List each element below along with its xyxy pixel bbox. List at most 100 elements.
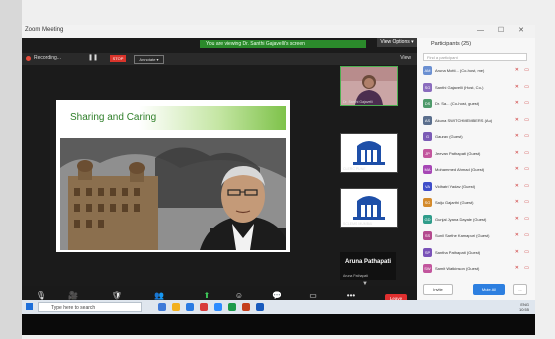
- mute-all-button[interactable]: Mute All: [473, 284, 505, 295]
- taskbar-search-input[interactable]: Type here to search: [38, 302, 142, 312]
- annotate-button[interactable]: Annotate ▾: [134, 55, 164, 64]
- zoom-screenshot-frame: Zoom Meeting — ☐ ✕ You are viewing Dr. S…: [22, 25, 535, 335]
- more-options-button[interactable]: ...: [513, 284, 527, 295]
- microphone-muted-icon: ✕: [514, 215, 519, 222]
- stop-recording-button[interactable]: STOP: [110, 55, 126, 62]
- video-off-icon: ▭: [524, 232, 529, 238]
- thumbnail-caption: Dr. Santhi Gajavelli: [343, 100, 373, 104]
- microphone-muted-icon: ✕: [514, 199, 519, 205]
- task-view-icon[interactable]: [158, 303, 166, 311]
- video-off-icon: ▭: [524, 215, 529, 222]
- microphone-muted-icon: ✕: [514, 67, 519, 73]
- avatar: MA: [423, 165, 432, 174]
- avatar: VA: [423, 181, 432, 191]
- video-off-icon: ▭: [524, 265, 529, 271]
- participant-row[interactable]: JP Jeevan Pathapati (Guest) ✕ ▭: [423, 148, 531, 159]
- participant-name: Dr. Sa... (Co-host, guest): [435, 101, 480, 106]
- participant-row[interactable]: G Gaurav (Guest) ✕ ▭: [423, 132, 531, 142]
- recording-bar: Recording... ❚❚ STOP Annotate ▾ View: [22, 53, 417, 65]
- recording-dot-icon: [26, 56, 31, 61]
- participants-panel: Participants (25) Find a participant AM A…: [417, 38, 535, 300]
- participant-video-thumbnail[interactable]: Dr. Santhi Gajavelli: [340, 66, 398, 106]
- participant-row[interactable]: AS Akuna SWITCHMEMBERS (Au) ✕ ▭: [423, 115, 531, 126]
- view-button[interactable]: View: [400, 55, 411, 61]
- participant-name: Saiju Gajarthi (Guest): [435, 200, 474, 205]
- participant-name: Akuna SWITCHMEMBERS (Au): [435, 117, 493, 123]
- screen-share-banner: You are viewing Dr. Santhi Gajavelli's s…: [200, 40, 366, 48]
- participant-row[interactable]: SP Santha Pathapati (Guest) ✕ ▭: [423, 247, 531, 258]
- participants-title: Participants (25): [431, 41, 472, 47]
- clock-time: 10:55: [518, 307, 529, 312]
- participant-video-thumbnail[interactable]: CLERC PUNE: [340, 133, 398, 173]
- video-off-icon: ▭: [524, 116, 529, 123]
- avatar: AM: [423, 66, 432, 75]
- video-off-icon: ▭: [524, 83, 529, 90]
- microphone-muted-icon: ✕: [514, 248, 519, 255]
- microphone-muted-icon: ✕: [514, 100, 519, 106]
- participant-row[interactable]: GD Gunjal Jyana Dayale (Guest) ✕ ▭: [423, 214, 531, 225]
- avatar: SW: [423, 264, 432, 273]
- participant-row[interactable]: SW Samit Watkinson (Guest) ✕ ▭: [423, 264, 531, 274]
- video-off-icon: ▭: [524, 133, 529, 139]
- avatar: SG: [423, 198, 432, 207]
- microphone-muted-icon: ✕: [514, 116, 519, 123]
- recording-label: Recording...: [34, 55, 61, 61]
- slide-title-bar: Sharing and Caring: [60, 106, 286, 130]
- avatar: GD: [423, 214, 432, 224]
- participant-name: Vidhatri Yadav (Guest): [435, 183, 476, 189]
- avatar: AS: [423, 115, 432, 125]
- participant-actions: Invite Mute All ...: [423, 284, 531, 295]
- window-titlebar: Zoom Meeting — ☐ ✕: [22, 25, 535, 38]
- participant-search-input[interactable]: Find a participant: [423, 53, 527, 61]
- window-controls[interactable]: — ☐ ✕: [477, 26, 530, 34]
- edge-browser-icon[interactable]: [186, 303, 194, 311]
- speaker-name-tile[interactable]: Aruna Pathapati Aruna Pathapati: [340, 252, 396, 280]
- participant-row[interactable]: VA Vidhatri Yadav (Guest) ✕ ▭: [423, 181, 531, 192]
- participant-name: Santha Pathapati (Guest): [435, 249, 481, 255]
- powerpoint-icon[interactable]: [242, 303, 250, 311]
- avatar: SP: [423, 247, 432, 257]
- windows-start-icon[interactable]: [26, 303, 33, 310]
- view-options-button[interactable]: View Options ▾: [377, 38, 417, 47]
- avatar: SS: [423, 231, 432, 240]
- participant-name: Jeevan Pathapati (Guest): [435, 150, 481, 156]
- participant-row[interactable]: SG Santhi Gajavelli (Host, Co-) ✕ ▭: [423, 82, 531, 93]
- video-off-icon: ▭: [524, 199, 529, 205]
- avatar: DS: [423, 99, 432, 108]
- microphone-muted-icon: ✕: [514, 182, 519, 189]
- microphone-muted-icon: ✕: [514, 149, 519, 156]
- slide-title: Sharing and Caring: [70, 112, 157, 123]
- pause-recording-button[interactable]: ❚❚: [88, 54, 98, 61]
- participant-row[interactable]: DS Dr. Sa... (Co-host, guest) ✕ ▭: [423, 99, 531, 109]
- avatar: JP: [423, 148, 432, 158]
- excel-icon[interactable]: [228, 303, 236, 311]
- app-icon[interactable]: [200, 303, 208, 311]
- participant-row[interactable]: MA Mohammed Ahmad (Guest) ✕ ▭: [423, 165, 531, 175]
- participant-row[interactable]: SS Sunil Sarthe Kamapuri (Guest) ✕ ▭: [423, 231, 531, 241]
- slide-photo: [60, 138, 286, 250]
- video-off-icon: ▭: [524, 182, 529, 189]
- participant-name: Santhi Gajavelli (Host, Co-): [435, 84, 484, 90]
- participant-name: Sunil Sarthe Kamapuri (Guest): [435, 233, 490, 238]
- microphone-muted-icon: ✕: [514, 83, 519, 90]
- participant-name: Gunjal Jyana Dayale (Guest): [435, 216, 487, 222]
- speaker-name-caption: Aruna Pathapati: [343, 274, 369, 278]
- avatar: SG: [423, 82, 432, 92]
- participant-video-thumbnail[interactable]: SCLEMS MUMBAI: [340, 188, 398, 228]
- word-icon[interactable]: [256, 303, 264, 311]
- thumbnail-caption: SCLEMS MUMBAI: [343, 222, 373, 226]
- participant-name: Gaurav (Guest): [435, 134, 463, 139]
- video-off-icon: ▭: [524, 248, 529, 255]
- zoom-app-icon[interactable]: [214, 303, 222, 311]
- file-explorer-icon[interactable]: [172, 303, 180, 311]
- participant-row[interactable]: SG Saiju Gajarthi (Guest) ✕ ▭: [423, 198, 531, 208]
- video-off-icon: ▭: [524, 149, 529, 156]
- shared-slide: Sharing and Caring: [56, 100, 290, 252]
- system-tray[interactable]: ENG 10:55: [519, 302, 529, 312]
- participant-row[interactable]: AM Aruna Motti... (Co-host, me) ✕ ▭: [423, 66, 531, 76]
- avatar: G: [423, 132, 432, 141]
- video-off-icon: ▭: [524, 100, 529, 106]
- microphone-muted-icon: ✕: [514, 232, 519, 238]
- thumbnail-caption: CLERC PUNE: [343, 167, 366, 171]
- invite-button[interactable]: Invite: [423, 284, 453, 295]
